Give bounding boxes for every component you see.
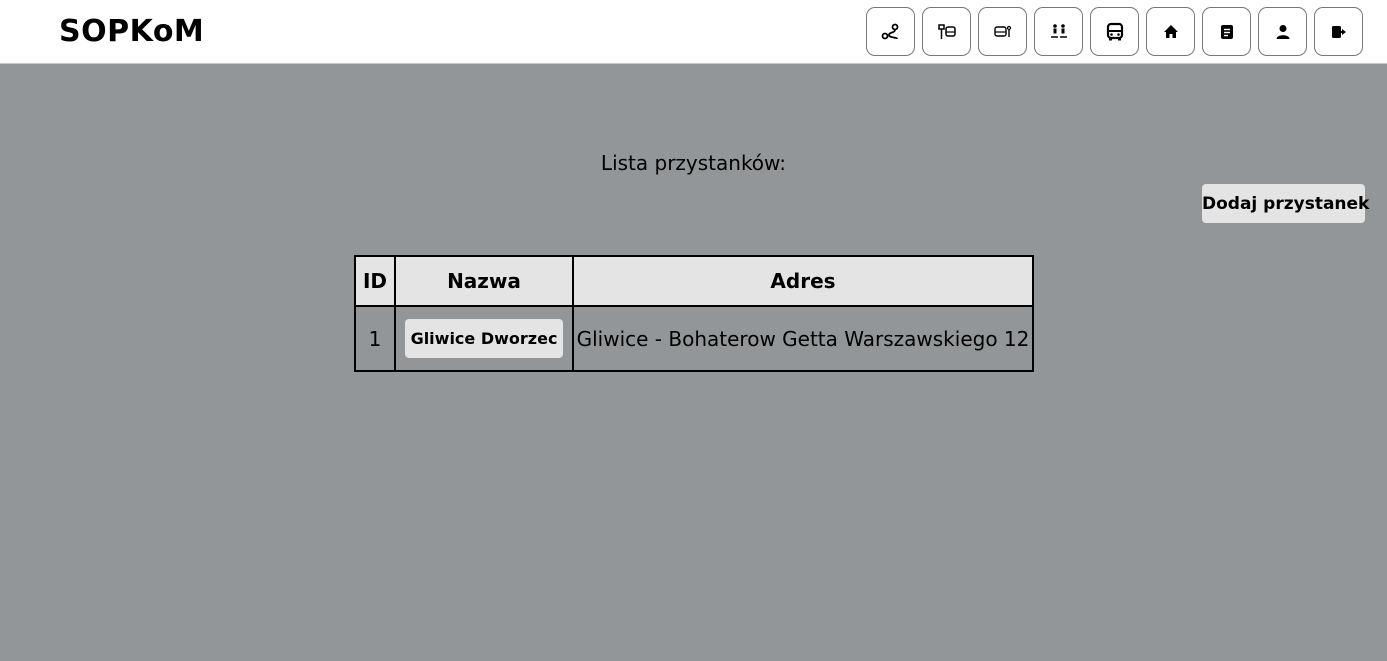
- home-icon: [1163, 24, 1178, 38]
- bus-station-icon: [993, 25, 1011, 37]
- route-icon: [881, 23, 898, 39]
- user-icon: [1276, 24, 1289, 39]
- column-header-id: ID: [354, 255, 396, 307]
- nav-bus-button[interactable]: [1090, 7, 1139, 56]
- nav-home-button[interactable]: [1146, 7, 1195, 56]
- app-logo: SOPKoM: [59, 14, 205, 49]
- cell-id: 1: [354, 305, 396, 372]
- passengers-icon: [1050, 23, 1067, 38]
- document-icon: [1220, 24, 1233, 39]
- nav-logout-button[interactable]: [1314, 7, 1363, 56]
- nav-bus-stop-button[interactable]: [922, 7, 971, 56]
- bus-stop-icon: [937, 23, 956, 39]
- column-header-address: Adres: [572, 255, 1034, 307]
- nav-bus-station-button[interactable]: [978, 7, 1027, 56]
- nav-user-button[interactable]: [1258, 7, 1307, 56]
- cell-name: Gliwice Dworzec: [394, 305, 574, 372]
- stop-name-button[interactable]: Gliwice Dworzec: [404, 319, 564, 358]
- nav-route-button[interactable]: [866, 7, 915, 56]
- stops-table: ID Nazwa Adres 1 Gliwice Dworzec Gliwice…: [354, 255, 1034, 372]
- top-bar: SOPKoM: [0, 0, 1387, 64]
- nav-passengers-button[interactable]: [1034, 7, 1083, 56]
- cell-address: Gliwice - Bohaterow Getta Warszawskiego …: [572, 305, 1034, 372]
- bus-icon: [1106, 22, 1123, 40]
- nav-document-button[interactable]: [1202, 7, 1251, 56]
- table-row: 1 Gliwice Dworzec Gliwice - Bohaterow Ge…: [354, 305, 1034, 372]
- column-header-name: Nazwa: [394, 255, 574, 307]
- page-title: Lista przystanków:: [600, 151, 787, 175]
- table-header-row: ID Nazwa Adres: [354, 255, 1034, 307]
- nav-bar: [866, 7, 1363, 56]
- add-stop-button[interactable]: Dodaj przystanek: [1202, 184, 1369, 223]
- logout-icon: [1331, 25, 1346, 38]
